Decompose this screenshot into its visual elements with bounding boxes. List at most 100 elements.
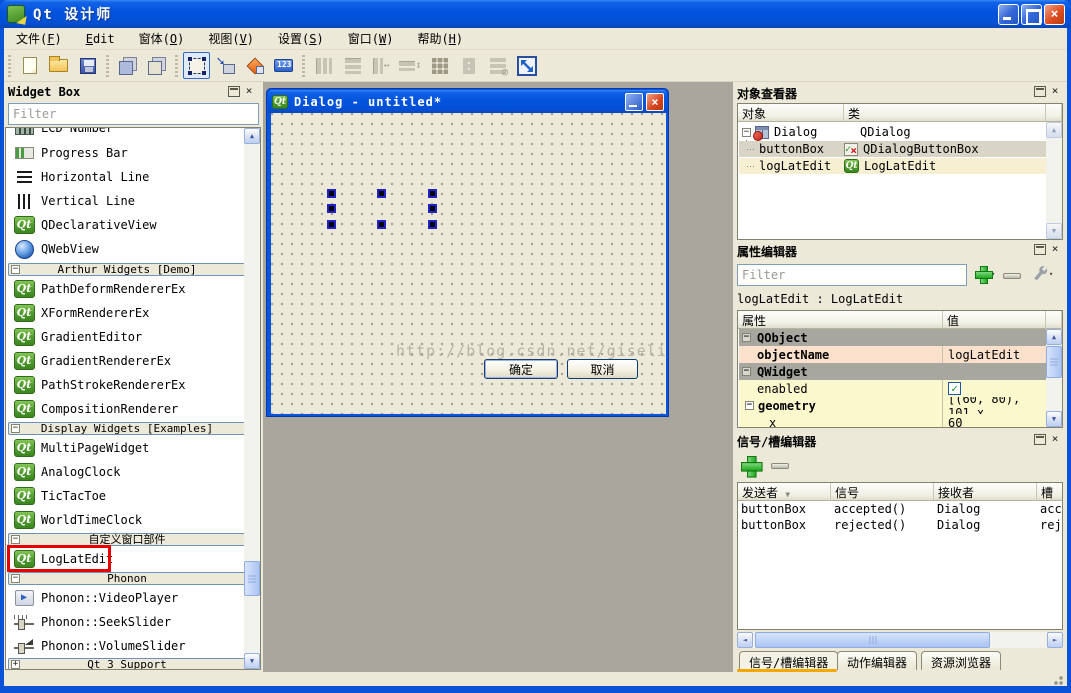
float-panel-icon[interactable] [1034,434,1046,445]
category-qt3-support[interactable]: +Qt 3 Support [8,658,246,670]
collapse-minus-icon[interactable]: − [11,265,20,274]
expand-plus-icon[interactable]: + [11,660,20,669]
category-arthur-widgets[interactable]: −Arthur Widgets [Demo] [8,263,246,276]
remove-connection-button[interactable] [771,463,789,469]
float-panel-icon[interactable] [228,86,240,97]
scroll-up-icon[interactable]: ▲ [244,128,260,144]
adjust-size-button[interactable] [513,52,540,79]
edit-signals-slots-button[interactable] [212,52,239,79]
menu-edit[interactable]: Edit [74,30,127,48]
widget-filter-input[interactable] [8,103,259,125]
collapse-minus-icon[interactable]: − [11,424,20,433]
column-header-object[interactable]: 对象 [738,104,844,122]
widget-item-phonon-seekslider[interactable]: Phonon::SeekSlider [6,610,240,634]
float-panel-icon[interactable] [1034,244,1046,255]
scrollbar-thumb[interactable] [1046,346,1062,378]
selection-handle-top-right[interactable] [428,189,437,198]
property-row-enabled[interactable]: enabled ✓ [739,380,1047,397]
layout-grid-button[interactable] [426,52,453,79]
cancel-button[interactable]: 取消 [567,359,638,379]
property-group-qwidget[interactable]: − QWidget [739,363,1047,380]
scroll-up-icon[interactable]: ▲ [1046,122,1062,138]
enabled-checkbox[interactable]: ✓ [948,382,961,395]
dialog-titlebar[interactable]: Qt Dialog - untitled* × [268,90,667,113]
widget-list-scrollbar[interactable]: ▲ ▼ [244,128,260,669]
resize-grip[interactable] [1051,673,1063,685]
edit-buddies-button[interactable] [241,52,268,79]
float-panel-icon[interactable] [1034,86,1046,97]
add-property-button[interactable]: ▾ [975,266,995,282]
menu-window[interactable]: 窗口(W) [336,28,406,49]
tree-row-loglatedit[interactable]: logLatEdit Qt LogLatEdit [739,158,1047,174]
scroll-down-icon[interactable]: ▼ [244,653,260,669]
layout-vertical-splitter-button[interactable]: ↕ [397,52,424,79]
add-connection-button[interactable] [741,456,757,472]
menu-form[interactable]: 窗体(O) [127,28,197,49]
scrollbar-thumb[interactable] [244,561,260,596]
tab-action-editor[interactable]: 动作编辑器 [837,651,917,670]
column-header-property[interactable]: 属性 [738,311,943,329]
remove-property-button[interactable] [1003,273,1021,279]
collapse-minus-icon[interactable]: − [742,333,751,342]
widget-item-qdeclarativeview[interactable]: QtQDeclarativeView [6,213,240,237]
selection-handle-top-center[interactable] [377,189,386,198]
scroll-right-icon[interactable]: ► [1047,632,1063,648]
layout-form-button[interactable] [455,52,482,79]
column-header-value[interactable]: 值 [943,311,1046,329]
collapse-minus-icon[interactable]: − [11,574,20,583]
widget-item-pathdeformrendererex[interactable]: QtPathDeformRendererEx [6,277,240,301]
collapse-minus-icon[interactable]: − [742,367,751,376]
save-file-button[interactable] [74,52,101,79]
property-row-x[interactable]: x 60 [739,414,1047,428]
widget-item-phonon-volumeslider[interactable]: Phonon::VolumeSlider [6,634,240,658]
break-layout-button[interactable] [484,52,511,79]
close-panel-icon[interactable]: × [1049,244,1061,255]
close-panel-icon[interactable]: × [243,86,255,97]
main-titlebar[interactable]: Qt 设计师 × [0,0,1071,28]
tree-row-dialog[interactable]: − Dialog QDialog [739,124,1047,140]
menu-settings[interactable]: 设置(S) [266,28,336,49]
selection-handle-top-left[interactable] [327,189,336,198]
selection-handle-mid-left[interactable] [327,204,336,213]
widget-item-phonon-videoplayer[interactable]: ▶Phonon::VideoPlayer [6,586,240,610]
widget-item-lcd-number[interactable]: LCD Number [6,127,240,140]
configure-button[interactable]: ▾ [1031,264,1053,284]
scroll-down-icon[interactable]: ▼ [1046,411,1062,427]
object-tree-scrollbar[interactable]: ▲ ▼ [1046,122,1062,239]
tree-row-buttonbox[interactable]: buttonBox QDialogButtonBox [739,141,1047,157]
layout-vertically-button[interactable] [339,52,366,79]
dialog-close-button[interactable]: × [646,93,664,111]
close-button[interactable]: × [1044,4,1065,25]
widget-item-multipagewidget[interactable]: QtMultiPageWidget [6,436,240,460]
property-group-qobject[interactable]: − QObject [739,329,1047,346]
toolbar-handle[interactable] [104,55,111,77]
minimize-button[interactable] [998,4,1019,25]
column-header-sender[interactable]: 发送者 ▼ [738,483,831,501]
tab-signal-slot-editor[interactable]: 信号/槽编辑器 [739,651,838,670]
toolbar-handle[interactable] [6,55,13,77]
connection-table-hscrollbar[interactable]: ◄ ► [737,632,1063,648]
category-phonon[interactable]: −Phonon [8,572,246,585]
selection-handle-bottom-center[interactable] [377,220,386,229]
property-filter-input[interactable] [737,264,967,286]
scroll-up-icon[interactable]: ▲ [1046,329,1062,345]
dialog-form-window[interactable]: Qt Dialog - untitled* × http://blog.csdn… [266,88,669,417]
widget-item-compositionrenderer[interactable]: QtCompositionRenderer [6,397,240,421]
widget-item-qwebview[interactable]: QWebView [6,237,240,261]
column-header-receiver[interactable]: 接收者 [934,483,1037,501]
edit-tab-order-button[interactable] [270,52,297,79]
raise-widget-button[interactable] [114,52,141,79]
maximize-button[interactable] [1021,4,1042,25]
selection-handle-bottom-left[interactable] [327,220,336,229]
dialog-minimize-button[interactable] [625,93,643,111]
widget-item-vertical-line[interactable]: Vertical Line [6,189,240,213]
widget-item-worldtimeclock[interactable]: QtWorldTimeClock [6,508,240,532]
open-file-button[interactable] [45,52,72,79]
collapse-minus-icon[interactable]: − [742,128,751,137]
ok-button[interactable]: 确定 [484,359,558,379]
edit-widgets-button[interactable] [183,52,210,79]
widget-item-gradientrendererex[interactable]: QtGradientRendererEx [6,349,240,373]
property-table-scrollbar[interactable]: ▲ ▼ [1046,329,1062,427]
column-header-slot[interactable]: 槽 [1037,483,1063,501]
column-header-signal[interactable]: 信号 [831,483,934,501]
